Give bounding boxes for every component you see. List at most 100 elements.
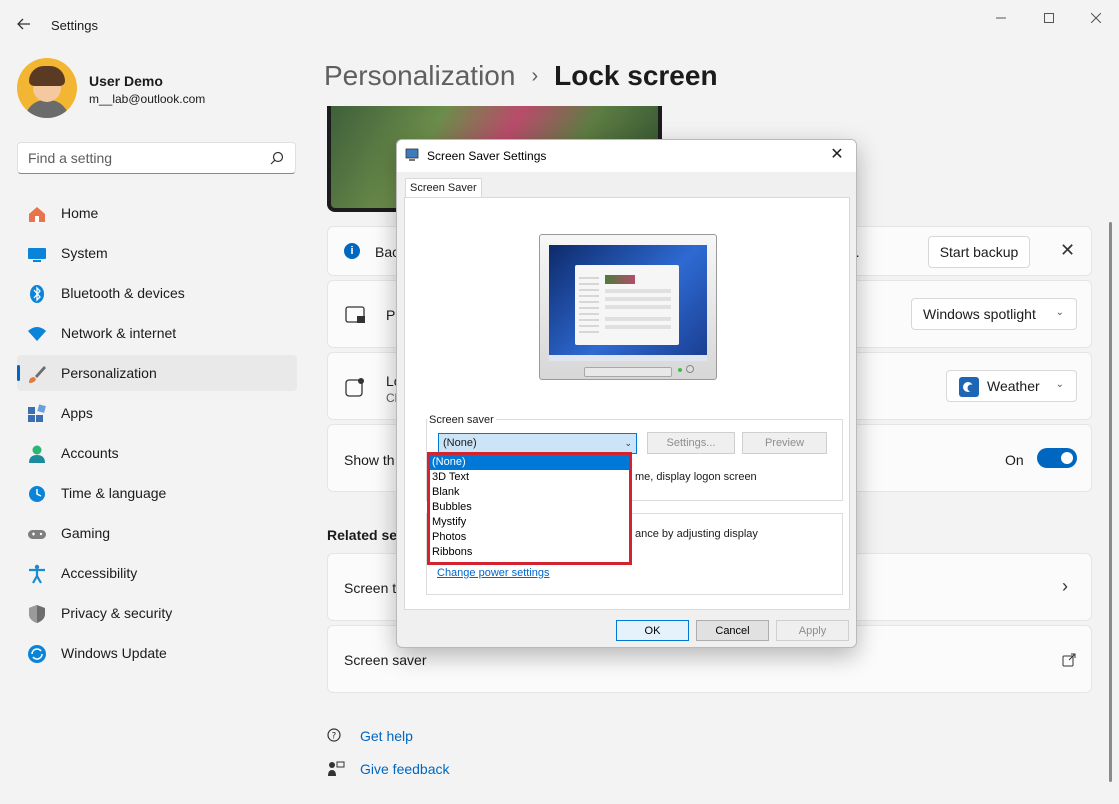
chevron-down-icon: ⌄: [1055, 379, 1064, 390]
screen-saver-options-list: (None) 3D Text Blank Bubbles Mystify Pho…: [427, 452, 632, 565]
get-help-link[interactable]: Get help: [360, 728, 413, 744]
home-icon: [29, 207, 45, 222]
dialog-title: Screen Saver Settings: [427, 149, 547, 163]
give-feedback-link[interactable]: Give feedback: [360, 761, 450, 777]
sidebar-item-system[interactable]: System: [17, 235, 297, 271]
screen-saver-option[interactable]: 3D Text: [430, 470, 629, 485]
sidebar-item-time-language[interactable]: Time & language: [17, 475, 297, 511]
apply-button[interactable]: Apply: [776, 620, 849, 641]
sidebar-item-windows-update[interactable]: Windows Update: [17, 635, 297, 671]
signin-text: Show th: [344, 452, 395, 468]
info-icon: i: [344, 243, 360, 259]
sidebar-item-label: Accounts: [61, 445, 119, 461]
back-button[interactable]: [12, 12, 36, 36]
screen-saver-select[interactable]: (None) ⌄: [438, 433, 637, 454]
screen-saver-settings-dialog: Screen Saver Settings ✕ Screen Saver (No…: [396, 139, 857, 648]
sidebar-item-personalization[interactable]: Personalization: [17, 355, 297, 391]
screen-saver-selected-value: (None): [443, 437, 477, 449]
clock-icon: [29, 486, 45, 502]
toggle-state-label: On: [1005, 452, 1024, 468]
maximize-button[interactable]: [1026, 6, 1072, 30]
screen-saver-text: Screen saver: [344, 652, 427, 668]
accessibility-icon: [29, 564, 45, 584]
close-icon: [1091, 13, 1101, 23]
chevron-down-icon: ⌄: [624, 438, 632, 448]
ok-button[interactable]: OK: [616, 620, 689, 641]
screen-saver-option[interactable]: Photos: [430, 530, 629, 545]
app-title: Settings: [51, 18, 98, 33]
screen-saver-group-label: Screen saver: [427, 414, 496, 426]
monitor-preview: [539, 234, 717, 380]
status-dropdown[interactable]: Weather ⌄: [946, 370, 1077, 402]
close-button[interactable]: [1073, 6, 1119, 30]
sidebar-item-accessibility[interactable]: Accessibility: [17, 555, 297, 591]
preview-button[interactable]: Preview: [742, 432, 827, 454]
sidebar-item-label: Bluetooth & devices: [61, 285, 185, 301]
sidebar-item-label: Accessibility: [61, 565, 138, 581]
sidebar-item-label: System: [61, 245, 108, 261]
arrow-left-icon: [17, 18, 30, 30]
dialog-close-button[interactable]: ✕: [826, 144, 848, 166]
settings-button[interactable]: Settings...: [647, 432, 735, 454]
signin-background-toggle[interactable]: [1037, 448, 1077, 468]
screen-saver-option[interactable]: Blank: [430, 485, 629, 500]
scrollbar[interactable]: [1109, 222, 1112, 782]
search-input[interactable]: [28, 150, 258, 166]
minimize-button[interactable]: [978, 6, 1024, 30]
accounts-icon: [29, 445, 45, 463]
screen-saver-option[interactable]: (None): [430, 455, 629, 470]
update-icon: [28, 645, 46, 663]
sidebar-item-label: Network & internet: [61, 325, 177, 341]
minimize-icon: [996, 17, 1006, 19]
sidebar-item-apps[interactable]: Apps: [17, 395, 297, 431]
brush-icon: [29, 366, 46, 383]
sidebar-item-privacy[interactable]: Privacy & security: [17, 595, 297, 631]
avatar[interactable]: [17, 58, 77, 118]
breadcrumb-parent[interactable]: Personalization: [324, 60, 515, 92]
sidebar-item-accounts[interactable]: Accounts: [17, 435, 297, 471]
search-icon[interactable]: [270, 151, 284, 165]
sidebar-item-home[interactable]: Home: [17, 195, 297, 231]
dismiss-close-icon[interactable]: ✕: [1060, 240, 1075, 261]
screen-saver-app-icon: [405, 148, 419, 161]
user-email: m__lab@outlook.com: [89, 92, 206, 106]
screen-saver-option[interactable]: Mystify: [430, 515, 629, 530]
system-icon: [28, 248, 46, 262]
title-bar: Settings: [0, 0, 1119, 48]
weather-icon: [959, 377, 979, 397]
page-title: Lock screen: [554, 60, 718, 91]
tab-screen-saver[interactable]: Screen Saver: [405, 178, 482, 198]
breadcrumb: Personalization › Lock screen: [324, 60, 718, 92]
sidebar-item-gaming[interactable]: Gaming: [17, 515, 297, 551]
sidebar-item-network[interactable]: Network & internet: [17, 315, 297, 351]
change-power-settings-link[interactable]: Change power settings: [437, 567, 550, 579]
chevron-down-icon: ⌄: [1055, 307, 1064, 318]
spotlight-dropdown-value: Windows spotlight: [923, 306, 1036, 322]
monitor-screen: [549, 245, 707, 361]
sidebar-item-label: Time & language: [61, 485, 167, 501]
search-box[interactable]: [17, 142, 296, 174]
screen-saver-option[interactable]: Ribbons: [430, 545, 629, 560]
svg-text:?: ?: [332, 732, 337, 742]
start-backup-button[interactable]: Start backup: [928, 236, 1030, 268]
breadcrumb-separator: ›: [531, 64, 539, 87]
screen-saver-option[interactable]: Bubbles: [430, 500, 629, 515]
screen-timeout-text: Screen ti: [344, 580, 400, 596]
sidebar-item-label: Home: [61, 205, 99, 221]
sidebar-item-label: Personalization: [61, 365, 157, 381]
user-profile: User Demo m__lab@outlook.com: [17, 58, 307, 118]
apps-icon: [28, 404, 46, 422]
wifi-icon: [28, 327, 46, 341]
spotlight-dropdown[interactable]: Windows spotlight ⌄: [911, 298, 1077, 330]
cancel-button[interactable]: Cancel: [696, 620, 769, 641]
power-text: ance by adjusting display: [635, 528, 758, 540]
maximize-icon: [1044, 13, 1054, 23]
help-icon: ?: [327, 728, 341, 742]
status-dropdown-value: Weather: [987, 378, 1040, 394]
status-icon: [345, 378, 364, 397]
sidebar-item-label: Privacy & security: [61, 605, 173, 621]
sidebar-item-bluetooth[interactable]: Bluetooth & devices: [17, 275, 297, 311]
dialog-title-bar: Screen Saver Settings ✕: [397, 140, 856, 172]
sidebar-nav: Home System Bluetooth & devices Network …: [17, 195, 297, 675]
open-external-icon: [1062, 653, 1076, 667]
